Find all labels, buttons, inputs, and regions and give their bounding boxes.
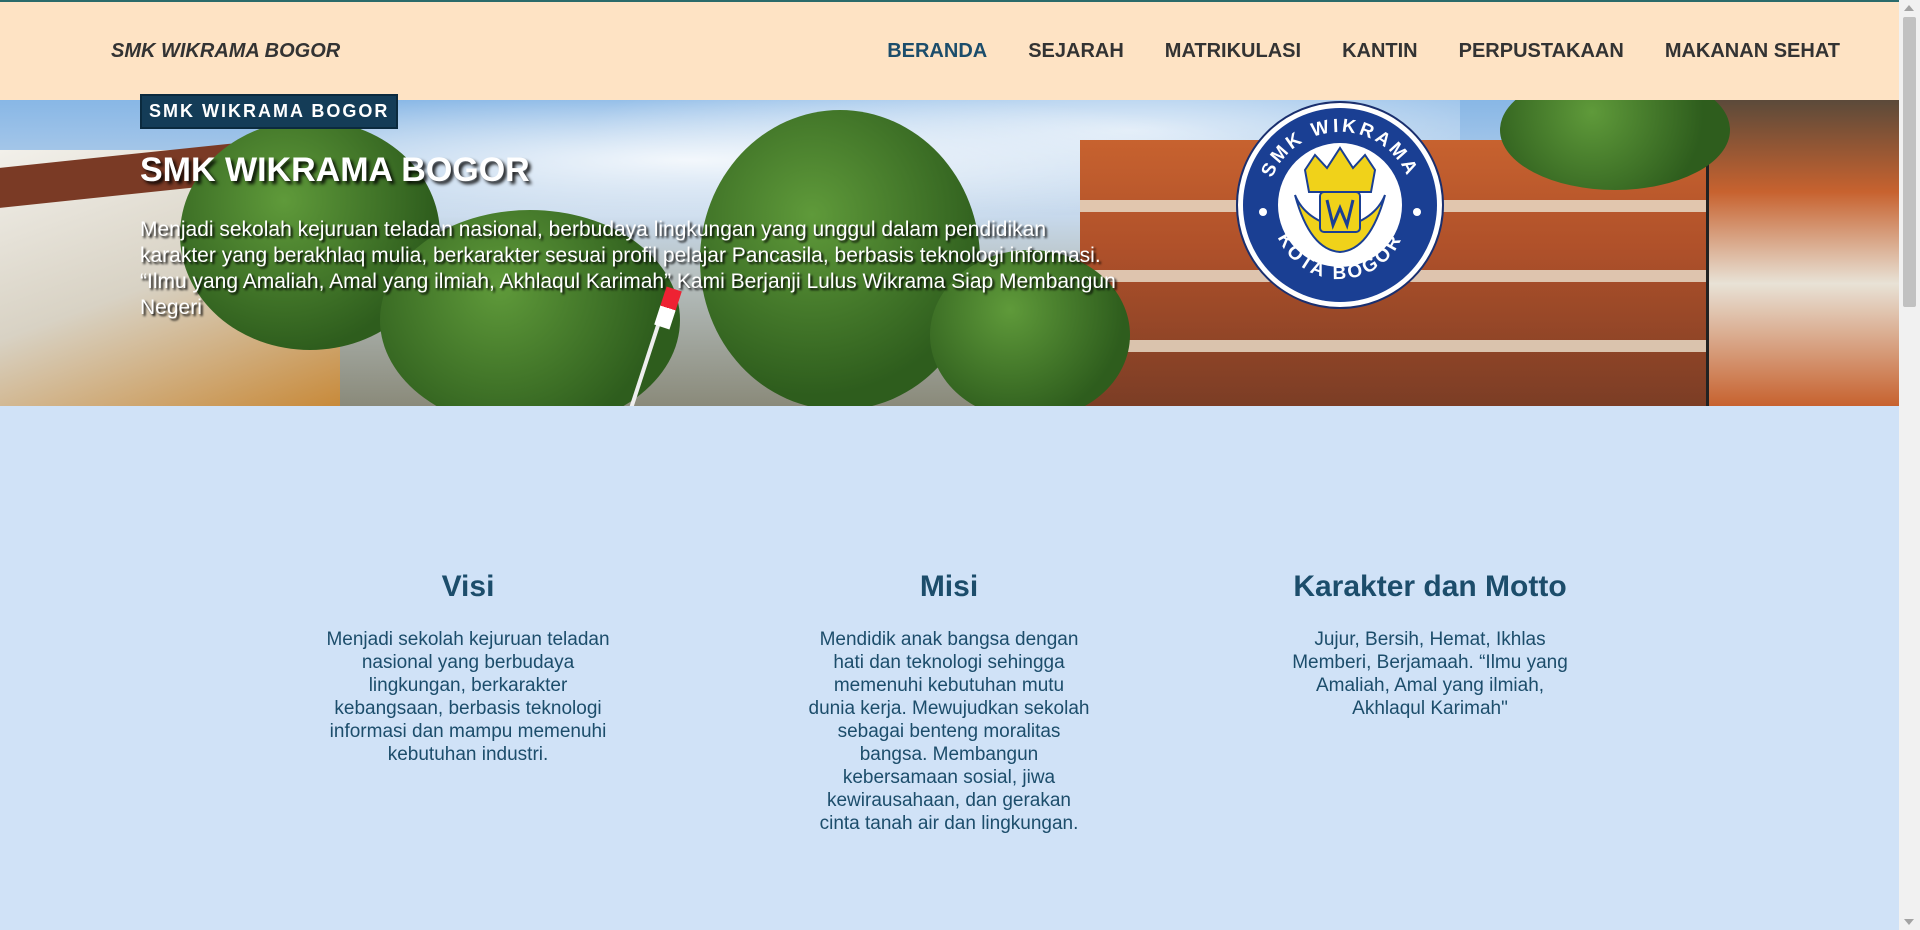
- school-logo-icon: SMK WIKRAMA KOTA BOGOR: [1236, 101, 1444, 309]
- karakter-motto-text: Jujur, Bersih, Hemat, Ikhlas Memberi, Be…: [1292, 629, 1568, 719]
- misi-title: Misi: [919, 570, 979, 603]
- nav-link-perpustakaan[interactable]: PERPUSTAKAAN: [1459, 40, 1624, 63]
- nav-link-sejarah[interactable]: SEJARAH: [1028, 40, 1124, 63]
- navbar: SMK WIKRAMA BOGOR BERANDA SEJARAH MATRIK…: [0, 2, 1899, 100]
- visi-title: Visi: [441, 570, 495, 603]
- nav-link-matrikulasi[interactable]: MATRIKULASI: [1165, 40, 1301, 63]
- page-scrollbar[interactable]: [1899, 0, 1920, 930]
- misi-column: Misi Mendidik anak bangsa dengan hati da…: [808, 570, 1090, 835]
- hero-title: SMK WIKRAMA BOGOR: [140, 151, 530, 189]
- nav-links: BERANDA SEJARAH MATRIKULASI KANTIN PERPU…: [846, 40, 1840, 63]
- brand-logo-text[interactable]: SMK WIKRAMA BOGOR: [111, 40, 340, 63]
- karakter-motto-column: Karakter dan Motto Jujur, Bersih, Hemat,…: [1275, 570, 1585, 720]
- nav-link-beranda[interactable]: BERANDA: [887, 40, 987, 63]
- hero-badge: SMK WIKRAMA BOGOR: [140, 94, 399, 129]
- scrollbar-thumb[interactable]: [1903, 17, 1916, 307]
- hero-building-far: [1706, 100, 1899, 406]
- karakter-motto-title: Karakter dan Motto: [1293, 570, 1567, 603]
- hero-description: Menjadi sekolah kejuruan teladan nasiona…: [140, 218, 1116, 319]
- nav-link-makanan-sehat[interactable]: MAKANAN SEHAT: [1665, 40, 1840, 63]
- visi-column: Visi Menjadi sekolah kejuruan teladan na…: [318, 570, 618, 766]
- vision-mission-section: Visi Menjadi sekolah kejuruan teladan na…: [0, 406, 1899, 930]
- nav-link-kantin[interactable]: KANTIN: [1342, 40, 1418, 63]
- visi-text: Menjadi sekolah kejuruan teladan nasiona…: [326, 629, 610, 765]
- misi-text: Mendidik anak bangsa dengan hati dan tek…: [808, 629, 1090, 834]
- scroll-up-arrow-icon[interactable]: [1904, 5, 1914, 11]
- scroll-down-arrow-icon[interactable]: [1904, 919, 1914, 925]
